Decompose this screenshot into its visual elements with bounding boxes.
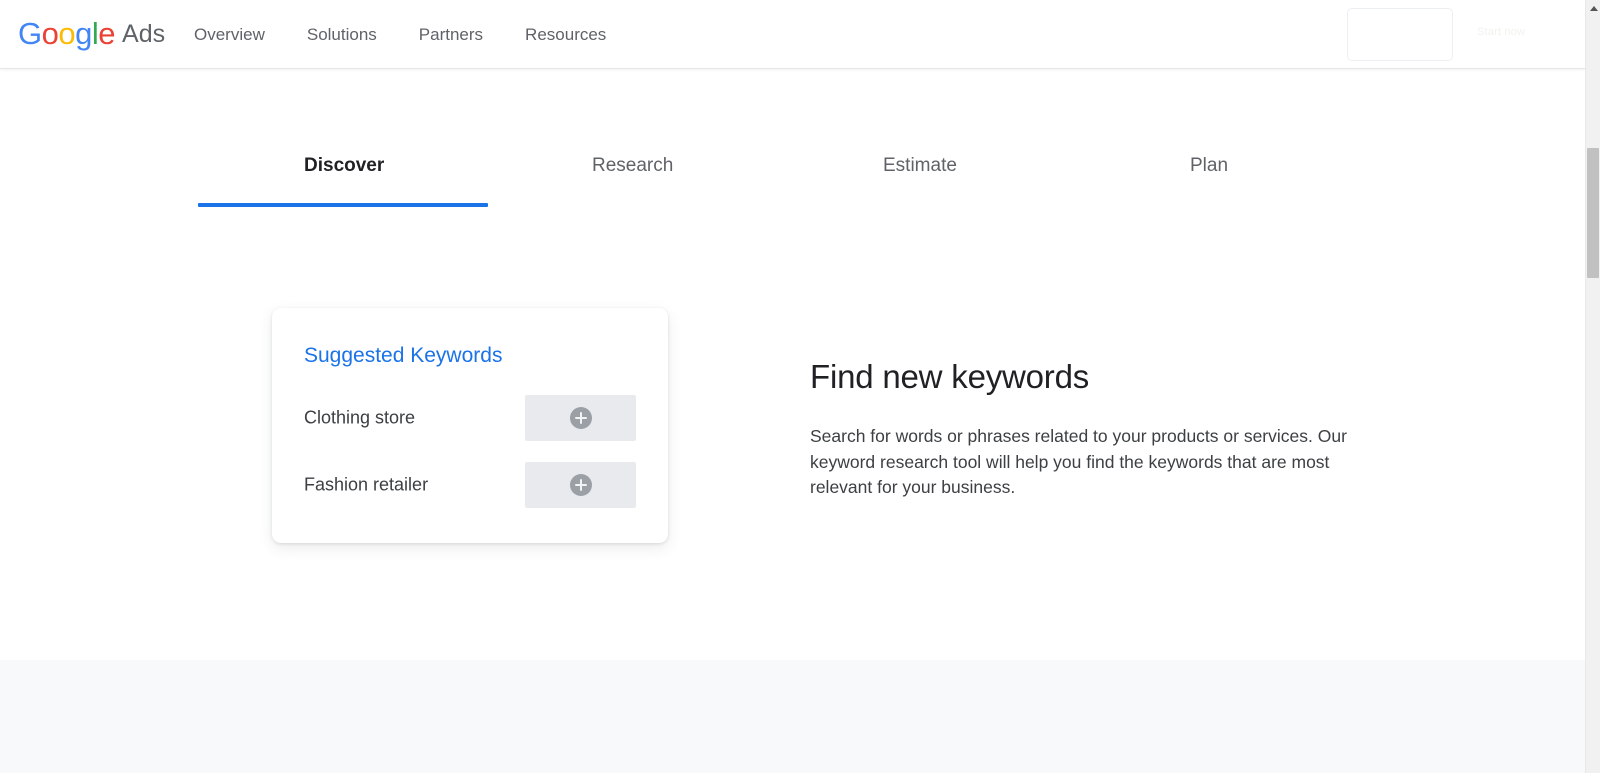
suggested-keywords-title: Suggested Keywords [304,344,503,367]
suggested-keywords-card: Suggested Keywords Clothing store Fashio… [272,308,668,543]
tab-estimate-label: Estimate [883,155,957,176]
tab-discover[interactable]: Discover [198,140,488,210]
keyword-row: Clothing store [304,395,636,441]
keyword-row: Fashion retailer [304,462,636,508]
browser-viewport: Google Ads Overview Solutions Partners R… [0,0,1585,773]
page-bottom-band [0,660,1585,773]
tab-active-underline [198,203,488,207]
plus-circle-icon [569,407,592,429]
scrollbar-up-arrow-button[interactable] [1586,0,1600,16]
page-root: Google Ads Overview Solutions Partners R… [0,0,1600,773]
tab-discover-label: Discover [304,155,385,176]
keyword-label-clothing-store: Clothing store [304,407,416,428]
add-keyword-button-clothing-store[interactable] [525,395,636,441]
section-paragraph: Search for words or phrases related to y… [810,426,1347,497]
find-new-keywords-section: Find new keywords Search for words or ph… [810,356,1355,501]
tab-research-label: Research [592,155,674,176]
keyword-planner-tabs: Discover Research Estimate Plan [0,140,1400,210]
tab-estimate[interactable]: Estimate [883,140,963,210]
tab-research[interactable]: Research [592,140,674,210]
tab-plan[interactable]: Plan [1190,140,1240,210]
add-keyword-button-fashion-retailer[interactable] [525,462,636,508]
tab-plan-label: Plan [1190,155,1229,176]
plus-circle-icon [569,474,592,496]
keyword-label-fashion-retailer: Fashion retailer [304,474,429,495]
page-content: Discover Research Estimate Plan Suggeste… [0,0,1585,660]
chevron-up-icon [1589,5,1598,11]
section-heading: Find new keywords [810,358,1090,395]
page-scrollbar[interactable] [1585,0,1600,773]
scrollbar-thumb[interactable] [1587,148,1599,278]
